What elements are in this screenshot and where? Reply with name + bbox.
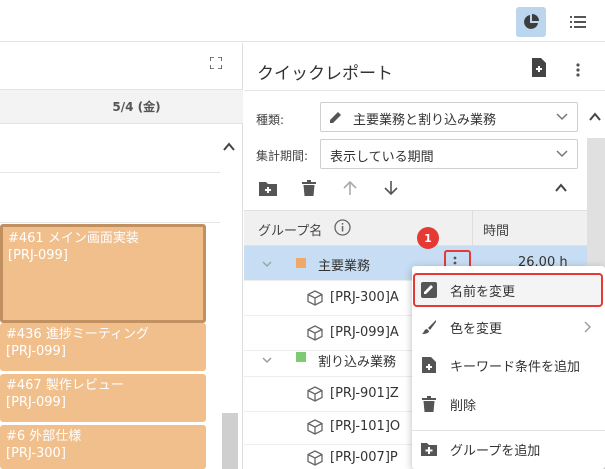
period-select[interactable]: 表示している期間 xyxy=(320,139,578,169)
group-color-swatch xyxy=(296,352,306,362)
column-group-name: グループ名 xyxy=(258,224,323,239)
move-up-button[interactable] xyxy=(340,178,360,198)
menu-item-label: 色を変更 xyxy=(450,322,503,337)
menu-item-delete[interactable]: 削除 xyxy=(412,385,605,423)
delete-tool-button[interactable] xyxy=(299,178,319,198)
menu-item-label: 名前を変更 xyxy=(450,285,516,300)
add-folder-icon xyxy=(421,443,437,456)
panel-title: クイックレポート xyxy=(257,64,393,84)
menu-item-label: キーワード条件を追加 xyxy=(450,360,581,375)
cube-icon xyxy=(307,290,323,306)
event-project: [PRJ-099] xyxy=(6,344,66,359)
panel-scroll-up[interactable] xyxy=(588,110,604,126)
menu-item-change-color[interactable]: 色を変更 xyxy=(412,308,605,346)
chevron-up-icon xyxy=(223,142,235,151)
event-title: #461 メイン画面実装 xyxy=(8,231,139,246)
expand-button[interactable] xyxy=(209,56,224,71)
column-divider xyxy=(472,210,473,246)
step-badge: 1 xyxy=(417,227,439,249)
trash-icon xyxy=(302,180,316,196)
type-label: 種類: xyxy=(256,113,285,127)
info-icon[interactable] xyxy=(334,219,351,236)
menu-item-add-group[interactable]: グループを追加 xyxy=(412,430,605,468)
divider xyxy=(244,90,605,91)
group-name: 割り込み業務 xyxy=(318,355,397,370)
project-name: [PRJ-300]A xyxy=(330,290,399,305)
arrow-up-icon xyxy=(343,180,357,195)
event-project: [PRJ-099] xyxy=(8,248,68,263)
collapse-button[interactable] xyxy=(551,178,571,198)
event-project: [PRJ-099] xyxy=(6,395,66,410)
add-document-icon xyxy=(532,58,546,77)
event-title: #467 製作レビュー xyxy=(6,378,124,393)
calendar-gridline xyxy=(0,172,220,173)
pencil-icon xyxy=(330,112,341,123)
project-name: [PRJ-007]P xyxy=(330,450,398,465)
group-name: 主要業務 xyxy=(318,259,371,274)
chevron-down-icon xyxy=(556,113,568,121)
pie-chart-icon xyxy=(524,14,539,29)
event-title: #436 進捗ミーティング xyxy=(6,327,150,342)
chevron-right-icon xyxy=(584,321,591,333)
move-down-button[interactable] xyxy=(381,178,401,198)
calendar-event[interactable]: #436 進捗ミーティング [PRJ-099] xyxy=(0,323,206,371)
period-select-value: 表示している期間 xyxy=(330,150,434,165)
add-folder-icon xyxy=(259,182,277,196)
chevron-up-icon xyxy=(555,183,567,192)
chevron-down-icon[interactable] xyxy=(261,354,273,366)
type-select[interactable]: 主要業務と割り込み業務 xyxy=(320,102,578,132)
cube-icon xyxy=(307,386,323,402)
event-title: #6 外部仕様 xyxy=(6,429,82,444)
project-name: [PRJ-101]O xyxy=(330,419,401,434)
add-group-tool-button[interactable] xyxy=(258,178,278,198)
top-bar xyxy=(0,0,605,42)
project-name: [PRJ-099]A xyxy=(330,325,399,340)
menu-item-label: 削除 xyxy=(450,399,477,414)
group-color-swatch xyxy=(296,258,306,268)
calendar-event[interactable]: #467 製作レビュー [PRJ-099] xyxy=(0,374,206,422)
list-icon xyxy=(570,16,586,28)
chevron-down-icon[interactable] xyxy=(261,258,273,270)
arrow-down-icon xyxy=(384,181,398,196)
add-keyword-icon xyxy=(422,357,436,373)
menu-item-add-keyword[interactable]: キーワード条件を追加 xyxy=(412,346,605,384)
list-view-button[interactable] xyxy=(563,7,593,37)
brush-icon xyxy=(422,320,436,334)
calendar-scroll-up[interactable] xyxy=(222,140,238,156)
cube-icon xyxy=(307,419,323,435)
rename-icon xyxy=(421,282,437,298)
add-report-button[interactable] xyxy=(530,58,552,80)
calendar-scrollbar[interactable] xyxy=(222,413,238,469)
cube-icon xyxy=(307,450,323,466)
panel-more-button[interactable] xyxy=(570,59,586,81)
calendar-gridline xyxy=(0,222,220,223)
event-project: [PRJ-300] xyxy=(6,446,66,461)
chevron-up-icon xyxy=(589,112,601,121)
menu-item-rename[interactable]: 名前を変更 xyxy=(412,271,605,309)
type-select-value: 主要業務と割り込み業務 xyxy=(353,113,497,128)
menu-item-label: グループを追加 xyxy=(450,444,541,459)
cube-icon xyxy=(307,325,323,341)
calendar-event[interactable]: #461 メイン画面実装 [PRJ-099] xyxy=(0,224,206,323)
calendar-event[interactable]: #6 外部仕様 [PRJ-300] xyxy=(0,425,206,469)
trash-icon xyxy=(422,396,436,412)
calendar-date-header: 5/4 (金) xyxy=(0,89,243,124)
project-name: [PRJ-901]Z xyxy=(330,386,399,401)
more-vertical-icon xyxy=(576,63,580,77)
column-time: 時間 xyxy=(483,224,510,239)
period-label: 集計期間: xyxy=(256,149,309,163)
report-view-button[interactable] xyxy=(516,7,546,37)
chevron-down-icon xyxy=(556,150,568,158)
fullscreen-icon xyxy=(209,56,223,70)
